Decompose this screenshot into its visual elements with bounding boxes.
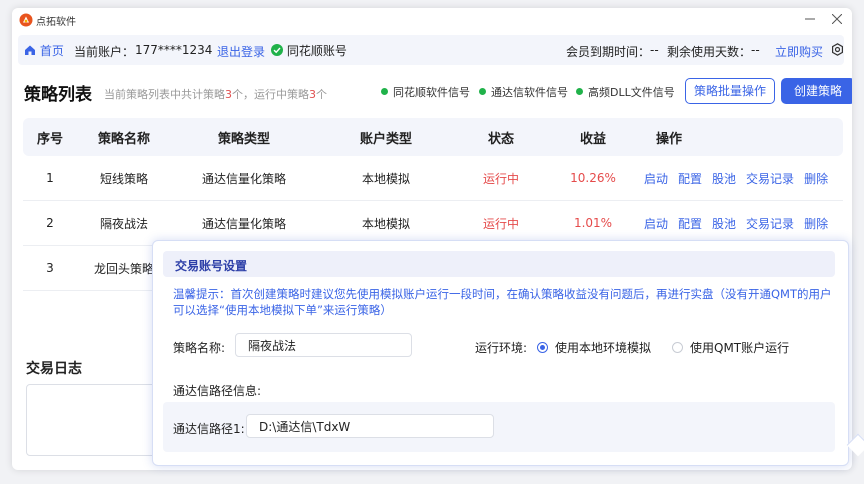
delete-button[interactable]: 删除 [804,170,828,187]
row-index: 3 [46,261,54,275]
header-profit: 收益 [579,131,606,147]
row-status: 运行中 [482,216,519,231]
trade-records-button[interactable]: 交易记录 [746,215,794,232]
signal-legend-dll: 高频DLL文件信号 [576,84,675,100]
row-index: 2 [46,216,54,230]
gear-icon [832,43,843,56]
row-type: 通达信量化策略 [201,171,286,186]
config-button[interactable]: 配置 [678,215,702,232]
page-header: 策略列表 当前策略列表中共计策略3个，运行中策略3个 同花顺软件信号 通达信软件… [24,78,852,108]
signal-dot-icon [576,88,583,95]
home-link[interactable]: 首页 [24,42,64,59]
linked-account-label: 同花顺账号 [286,44,347,58]
header-index: 序号 [36,131,63,147]
close-button[interactable] [827,11,847,31]
minimize-button[interactable] [800,11,820,31]
path-section-title: 通达信路径信息: [173,384,262,398]
app-logo-icon [19,13,33,27]
signal-label: 同花顺软件信号 [393,86,470,99]
path-section: 通达信路径1: [163,402,835,452]
row-status: 运行中 [482,171,519,186]
expire-label: 会员到期时间： [566,45,651,59]
trade-log-title: 交易日志 [26,361,82,377]
row-type: 通达信量化策略 [201,216,286,231]
strategy-name-label: 策略名称: [173,341,226,355]
header-name: 策略名称 [97,131,150,147]
path-input[interactable] [246,414,494,438]
header-actions: 操作 [655,131,682,147]
batch-operation-button[interactable]: 策略批量操作 [685,78,775,104]
app-title: 点拓软件 [36,17,76,28]
trade-account-settings-popup: 交易账号设置 温馨提示：首次创建策略时建议您先使用模拟账户运行一段时间，在确认策… [152,240,864,466]
signal-label: 高频DLL文件信号 [588,86,675,99]
trade-log-panel [26,384,166,456]
header-status: 状态 [487,131,514,147]
table-row: 1 短线策略 通达信量化策略 本地模拟 运行中 10.26% 启动 配置 股池 … [23,156,843,201]
header-account: 账户类型 [359,131,412,147]
tip-line-2: 可以选择“使用本地模拟下单”来运行策略） [173,303,392,317]
linked-account: 同花顺账号 [271,42,347,59]
radio-local-sim-label: 使用本地环境模拟 [555,341,652,355]
run-env-label: 运行环境: [475,341,528,355]
create-strategy-button[interactable]: 创建策略 [781,78,852,104]
radio-checked-icon [537,342,548,353]
popup-title: 交易账号设置 [175,259,248,273]
summary-suffix: 个 [316,88,327,101]
signal-label: 通达信软件信号 [491,86,568,99]
title-bar: 点拓软件 [12,8,852,34]
header-type: 策略类型 [217,131,270,147]
remain-value: -- [751,43,760,57]
trade-records-button[interactable]: 交易记录 [746,170,794,187]
stock-pool-button[interactable]: 股池 [712,215,736,232]
row-actions: 启动 配置 股池 交易记录 删除 [644,201,844,245]
home-label: 首页 [39,44,64,58]
home-icon [25,45,35,55]
summary-prefix: 当前策略列表中共计策略 [104,88,225,101]
radio-unchecked-icon [672,342,683,353]
tip-line-1: 温馨提示：首次创建策略时建议您先使用模拟账户运行一段时间，在确认策略收益没有问题… [173,287,832,301]
info-bar: 首页 当前账户： 177****1234 退出登录 同花顺账号 会员到期时间： … [18,35,844,65]
running-count: 3 [309,88,316,101]
total-count: 3 [225,88,232,101]
settings-button[interactable] [831,43,844,59]
row-account: 本地模拟 [361,216,410,231]
table-header: 序号 策略名称 策略类型 账户类型 状态 收益 操作 [23,118,843,156]
path-label: 通达信路径1: [173,422,245,436]
row-profit: 1.01% [573,216,613,230]
popup-tip: 温馨提示：首次创建策略时建议您先使用模拟账户运行一段时间，在确认策略收益没有问题… [173,286,833,318]
row-index: 1 [46,171,54,185]
close-icon [831,13,843,25]
row-name: 短线策略 [99,171,148,186]
remain-label: 剩余使用天数： [667,45,752,59]
start-button[interactable]: 启动 [644,215,668,232]
signal-legend-tdx: 通达信软件信号 [479,84,568,100]
row-name: 隔夜战法 [99,216,148,231]
page-title: 策略列表 [24,85,92,105]
popup-header: 交易账号设置 [163,251,835,277]
stock-pool-button[interactable]: 股池 [712,170,736,187]
page-summary: 当前策略列表中共计策略3个，运行中策略3个 [104,86,327,102]
delete-button[interactable]: 删除 [804,215,828,232]
signal-dot-icon [381,88,388,95]
row-account: 本地模拟 [361,171,410,186]
expire-value: -- [650,43,659,57]
signal-dot-icon [479,88,486,95]
radio-qmt-account-label: 使用QMT账户运行 [690,341,790,355]
signal-legend-ths: 同花顺软件信号 [381,84,470,100]
logout-link[interactable]: 退出登录 [217,43,265,60]
minimize-icon [805,18,815,20]
account-label: 当前账户： [74,45,135,59]
row-actions: 启动 配置 股池 交易记录 删除 [644,156,844,200]
row-profit: 10.26% [570,171,616,185]
radio-local-sim[interactable]: 使用本地环境模拟 [537,339,651,356]
check-circle-icon [271,44,283,56]
account-value: 177****1234 [135,43,213,57]
buy-link[interactable]: 立即购买 [775,43,823,60]
radio-qmt-account[interactable]: 使用QMT账户运行 [672,339,789,356]
start-button[interactable]: 启动 [644,170,668,187]
summary-mid: 个，运行中策略 [232,88,309,101]
strategy-name-input[interactable] [235,333,412,357]
config-button[interactable]: 配置 [678,170,702,187]
